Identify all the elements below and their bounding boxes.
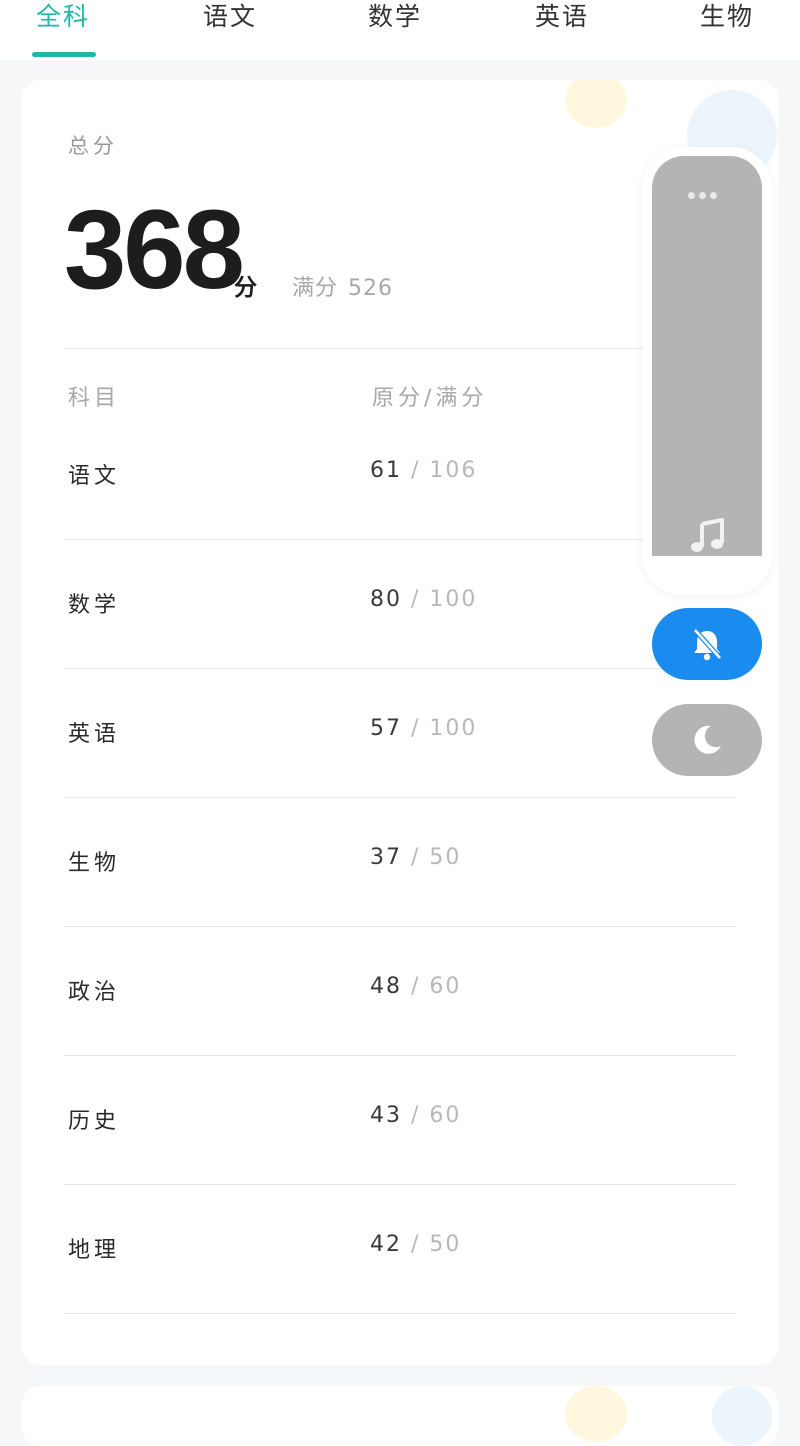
- row-subject-politics: 政治: [68, 980, 121, 1005]
- volume-slider[interactable]: [652, 156, 762, 556]
- row-score-biology: 37 / 50: [370, 845, 462, 870]
- bell-off-icon: [693, 628, 722, 661]
- decoration-circle: [565, 1386, 627, 1442]
- row-score-history: 43 / 60: [370, 1103, 462, 1128]
- total-score-value: 368: [64, 187, 245, 312]
- active-tab-indicator: [32, 52, 96, 57]
- max-score: 60: [429, 1103, 462, 1128]
- total-score-unit: 分: [234, 275, 257, 301]
- subject-tab-bar: 全科 语文 数学 英语 生物: [0, 0, 800, 60]
- column-header-score: 原分/满分: [372, 386, 488, 411]
- row-subject-math: 数学: [68, 593, 121, 618]
- row-divider: [64, 668, 736, 669]
- row-score-english: 57 / 100: [370, 716, 478, 741]
- divider: [64, 348, 736, 349]
- dark-mode-button[interactable]: [652, 704, 762, 776]
- more-icon[interactable]: [688, 184, 728, 199]
- column-header-subject: 科目: [68, 386, 121, 411]
- decoration-circle: [712, 1386, 772, 1446]
- row-subject-geography: 地理: [68, 1238, 121, 1263]
- row-divider: [64, 1313, 736, 1314]
- row-divider: [64, 539, 736, 540]
- max-score: 50: [429, 845, 462, 870]
- volume-panel: [642, 147, 772, 595]
- raw-score: 57: [370, 716, 402, 741]
- row-divider: [64, 1055, 736, 1056]
- tab-math[interactable]: 数学: [368, 0, 422, 36]
- row-divider: [64, 1184, 736, 1185]
- raw-score: 80: [370, 587, 402, 612]
- full-score-label: 满分: [292, 276, 339, 301]
- max-score: 50: [429, 1232, 462, 1257]
- next-card: [22, 1386, 778, 1446]
- max-score: 60: [429, 974, 462, 999]
- raw-score: 42: [370, 1232, 402, 1257]
- tab-biology[interactable]: 生物: [700, 0, 754, 36]
- total-score-label: 总分: [68, 134, 118, 158]
- row-subject-english: 英语: [68, 722, 121, 747]
- row-subject-biology: 生物: [68, 851, 121, 876]
- raw-score: 61: [370, 458, 402, 483]
- row-score-geography: 42 / 50: [370, 1232, 462, 1257]
- max-score: 100: [429, 716, 478, 741]
- row-divider: [64, 926, 736, 927]
- full-score: 满分 526: [292, 270, 393, 302]
- row-divider: [64, 797, 736, 798]
- max-score: 100: [429, 587, 478, 612]
- moon-icon: [694, 725, 721, 754]
- row-score-politics: 48 / 60: [370, 974, 462, 999]
- full-score-value: 526: [348, 276, 394, 301]
- decoration-circle: [565, 80, 627, 128]
- row-score-chinese: 61 / 106: [370, 458, 478, 483]
- raw-score: 43: [370, 1103, 402, 1128]
- row-subject-chinese: 语文: [68, 464, 121, 489]
- row-subject-history: 历史: [68, 1109, 121, 1134]
- max-score: 106: [429, 458, 478, 483]
- raw-score: 37: [370, 845, 402, 870]
- tab-all[interactable]: 全科: [36, 0, 90, 36]
- raw-score: 48: [370, 974, 402, 999]
- row-score-math: 80 / 100: [370, 587, 478, 612]
- mute-button[interactable]: [652, 608, 762, 680]
- music-note-icon: [691, 518, 724, 552]
- tab-chinese[interactable]: 语文: [203, 0, 257, 36]
- tab-english[interactable]: 英语: [535, 0, 589, 36]
